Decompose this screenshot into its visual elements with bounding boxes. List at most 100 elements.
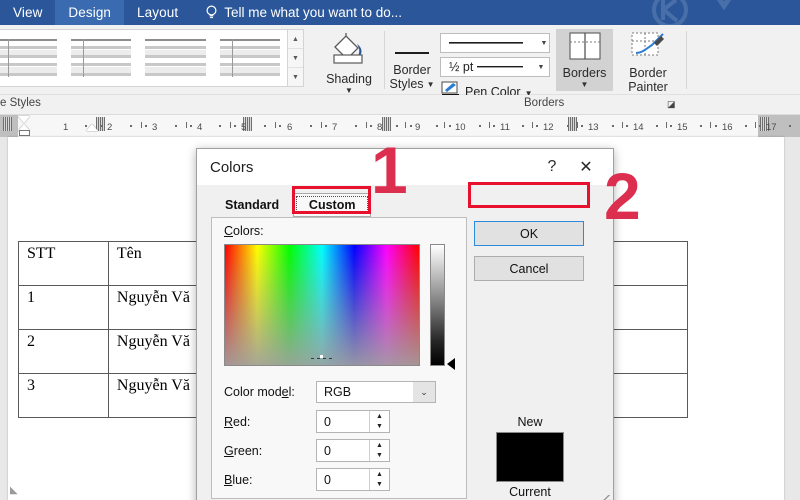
ribbon-group-labels: e Styles Borders ◪	[0, 95, 800, 115]
chevron-down-icon[interactable]: ▼	[533, 58, 549, 76]
ruler-tab-stop[interactable]	[3, 117, 12, 131]
ruler-tick: 14	[633, 122, 644, 133]
border-painter-button[interactable]: Border Painter	[617, 31, 679, 94]
cancel-button-label: Cancel	[510, 262, 549, 276]
red-stepper[interactable]: 0 ▲ ▼	[316, 410, 390, 433]
green-spin-buttons[interactable]: ▲ ▼	[369, 440, 389, 461]
tab-design-label: Design	[68, 5, 111, 20]
table-cell[interactable]: 1	[19, 286, 109, 330]
ruler-tab-stop[interactable]	[568, 117, 577, 131]
chevron-down-icon[interactable]: ▼	[581, 81, 589, 89]
table-style-thumb[interactable]	[141, 35, 210, 81]
color-model-label: Color model:	[224, 385, 316, 399]
hue-saturation-gradient	[225, 245, 419, 365]
red-label: Red:	[224, 415, 316, 429]
spin-up-icon[interactable]: ▲	[370, 411, 389, 422]
shading-icon	[329, 33, 369, 70]
left-indent-marker[interactable]	[19, 130, 30, 136]
current-color-label: Current	[487, 485, 573, 499]
word-window: View Design Layout Tell me what you want…	[0, 0, 800, 500]
blue-stepper[interactable]: 0 ▲ ▼	[316, 468, 390, 491]
color-preview-panel: New Current	[487, 415, 573, 499]
chevron-down-icon[interactable]: ▼	[427, 81, 435, 89]
green-stepper[interactable]: 0 ▲ ▼	[316, 439, 390, 462]
tab-standard[interactable]: Standard	[211, 193, 293, 217]
dialog-body: Standard Custom Colors: Color model:	[197, 185, 613, 500]
ruler-tick: 11	[500, 122, 510, 133]
lightbulb-icon	[205, 5, 218, 20]
blue-spin-buttons[interactable]: ▲ ▼	[369, 469, 389, 490]
chevron-down-icon[interactable]: ▼	[345, 87, 353, 95]
annotation-number-1: 1	[371, 139, 408, 201]
tab-design[interactable]: Design	[55, 0, 124, 25]
tab-view[interactable]: View	[0, 0, 55, 25]
gallery-scroll-up-icon[interactable]: ▲	[288, 30, 303, 49]
group-divider	[686, 31, 687, 89]
border-styles-button[interactable]: Border Styles ▼	[388, 47, 436, 91]
ruler-tab-stop[interactable]	[382, 117, 391, 131]
table-resize-handle-icon[interactable]: ◣	[10, 485, 18, 496]
line-style-picker[interactable]: ▼	[440, 33, 550, 53]
border-styles-label-line1: Border	[393, 63, 431, 77]
table-style-thumb[interactable]	[67, 35, 136, 81]
luminance-slider[interactable]	[430, 244, 445, 366]
spin-down-icon[interactable]: ▼	[370, 422, 389, 433]
table-style-thumb[interactable]	[216, 35, 285, 81]
borders-dialog-launcher-icon[interactable]: ◪	[667, 99, 676, 110]
first-line-indent-marker[interactable]	[18, 116, 30, 123]
cancel-button[interactable]: Cancel	[474, 256, 584, 281]
spin-up-icon[interactable]: ▲	[370, 469, 389, 480]
gallery-more-icon[interactable]: ▼	[288, 68, 303, 86]
green-label: Green:	[224, 444, 316, 458]
color-model-select[interactable]: RGB ⌄	[316, 381, 436, 403]
help-icon[interactable]: ?	[535, 152, 569, 182]
table-styles-gallery[interactable]	[0, 29, 288, 87]
table-cell[interactable]: 2	[19, 330, 109, 374]
tab-layout[interactable]: Layout	[124, 0, 191, 25]
spin-down-icon[interactable]: ▼	[370, 480, 389, 491]
borders-grid-icon	[568, 31, 602, 64]
line-weight-preview	[473, 58, 533, 76]
line-weight-picker[interactable]: ½ pt ▼	[440, 57, 550, 77]
ruler-tick: 8	[377, 122, 382, 133]
blue-value[interactable]: 0	[317, 469, 369, 490]
color-spectrum-picker[interactable]	[224, 244, 420, 366]
spin-down-icon[interactable]: ▼	[370, 451, 389, 462]
border-painter-label-line2: Painter	[628, 80, 668, 94]
new-color-label: New	[487, 415, 573, 429]
ruler-tick: 17	[766, 122, 777, 133]
table-style-thumb[interactable]	[0, 35, 61, 81]
green-value[interactable]: 0	[317, 440, 369, 461]
table-styles-group-label: e Styles	[0, 97, 41, 109]
chevron-down-icon[interactable]: ▼	[539, 34, 549, 52]
ruler-tick: 15	[677, 122, 688, 133]
tell-me-label: Tell me what you want to do...	[224, 5, 402, 20]
gallery-scroll-down-icon[interactable]: ▼	[288, 49, 303, 68]
ruler-tick: 5	[241, 122, 246, 133]
ruler-tick: 7	[332, 122, 337, 133]
close-icon[interactable]: ✕	[569, 152, 603, 182]
ruler-tick: 13	[588, 122, 599, 133]
border-line-icon	[395, 47, 429, 61]
red-row: Red: 0 ▲ ▼	[224, 410, 390, 433]
highlight-box-custom-tab	[292, 186, 371, 214]
shading-button[interactable]: Shading ▼	[318, 33, 380, 95]
gallery-scroll-buttons[interactable]: ▲ ▼ ▼	[288, 29, 304, 87]
green-row: Green: 0 ▲ ▼	[224, 439, 390, 462]
table-cell[interactable]: 3	[19, 374, 109, 418]
ok-button[interactable]: OK	[474, 221, 584, 246]
borders-label: Borders	[563, 66, 607, 80]
tell-me-box[interactable]: Tell me what you want to do...	[191, 0, 402, 25]
table-header-stt[interactable]: STT	[19, 242, 109, 286]
borders-button-content[interactable]: Borders ▼	[556, 31, 613, 89]
spectrum-crosshair-marker[interactable]	[317, 355, 326, 364]
luminance-slider-thumb-icon[interactable]	[447, 358, 455, 370]
red-value[interactable]: 0	[317, 411, 369, 432]
shading-label: Shading	[326, 72, 372, 86]
dialog-resize-grip-icon[interactable]	[598, 495, 610, 500]
ruler-tick: 1	[63, 122, 68, 133]
spin-up-icon[interactable]: ▲	[370, 440, 389, 451]
red-spin-buttons[interactable]: ▲ ▼	[369, 411, 389, 432]
chevron-down-icon[interactable]: ⌄	[413, 382, 435, 402]
color-preview-swatch	[496, 432, 564, 482]
